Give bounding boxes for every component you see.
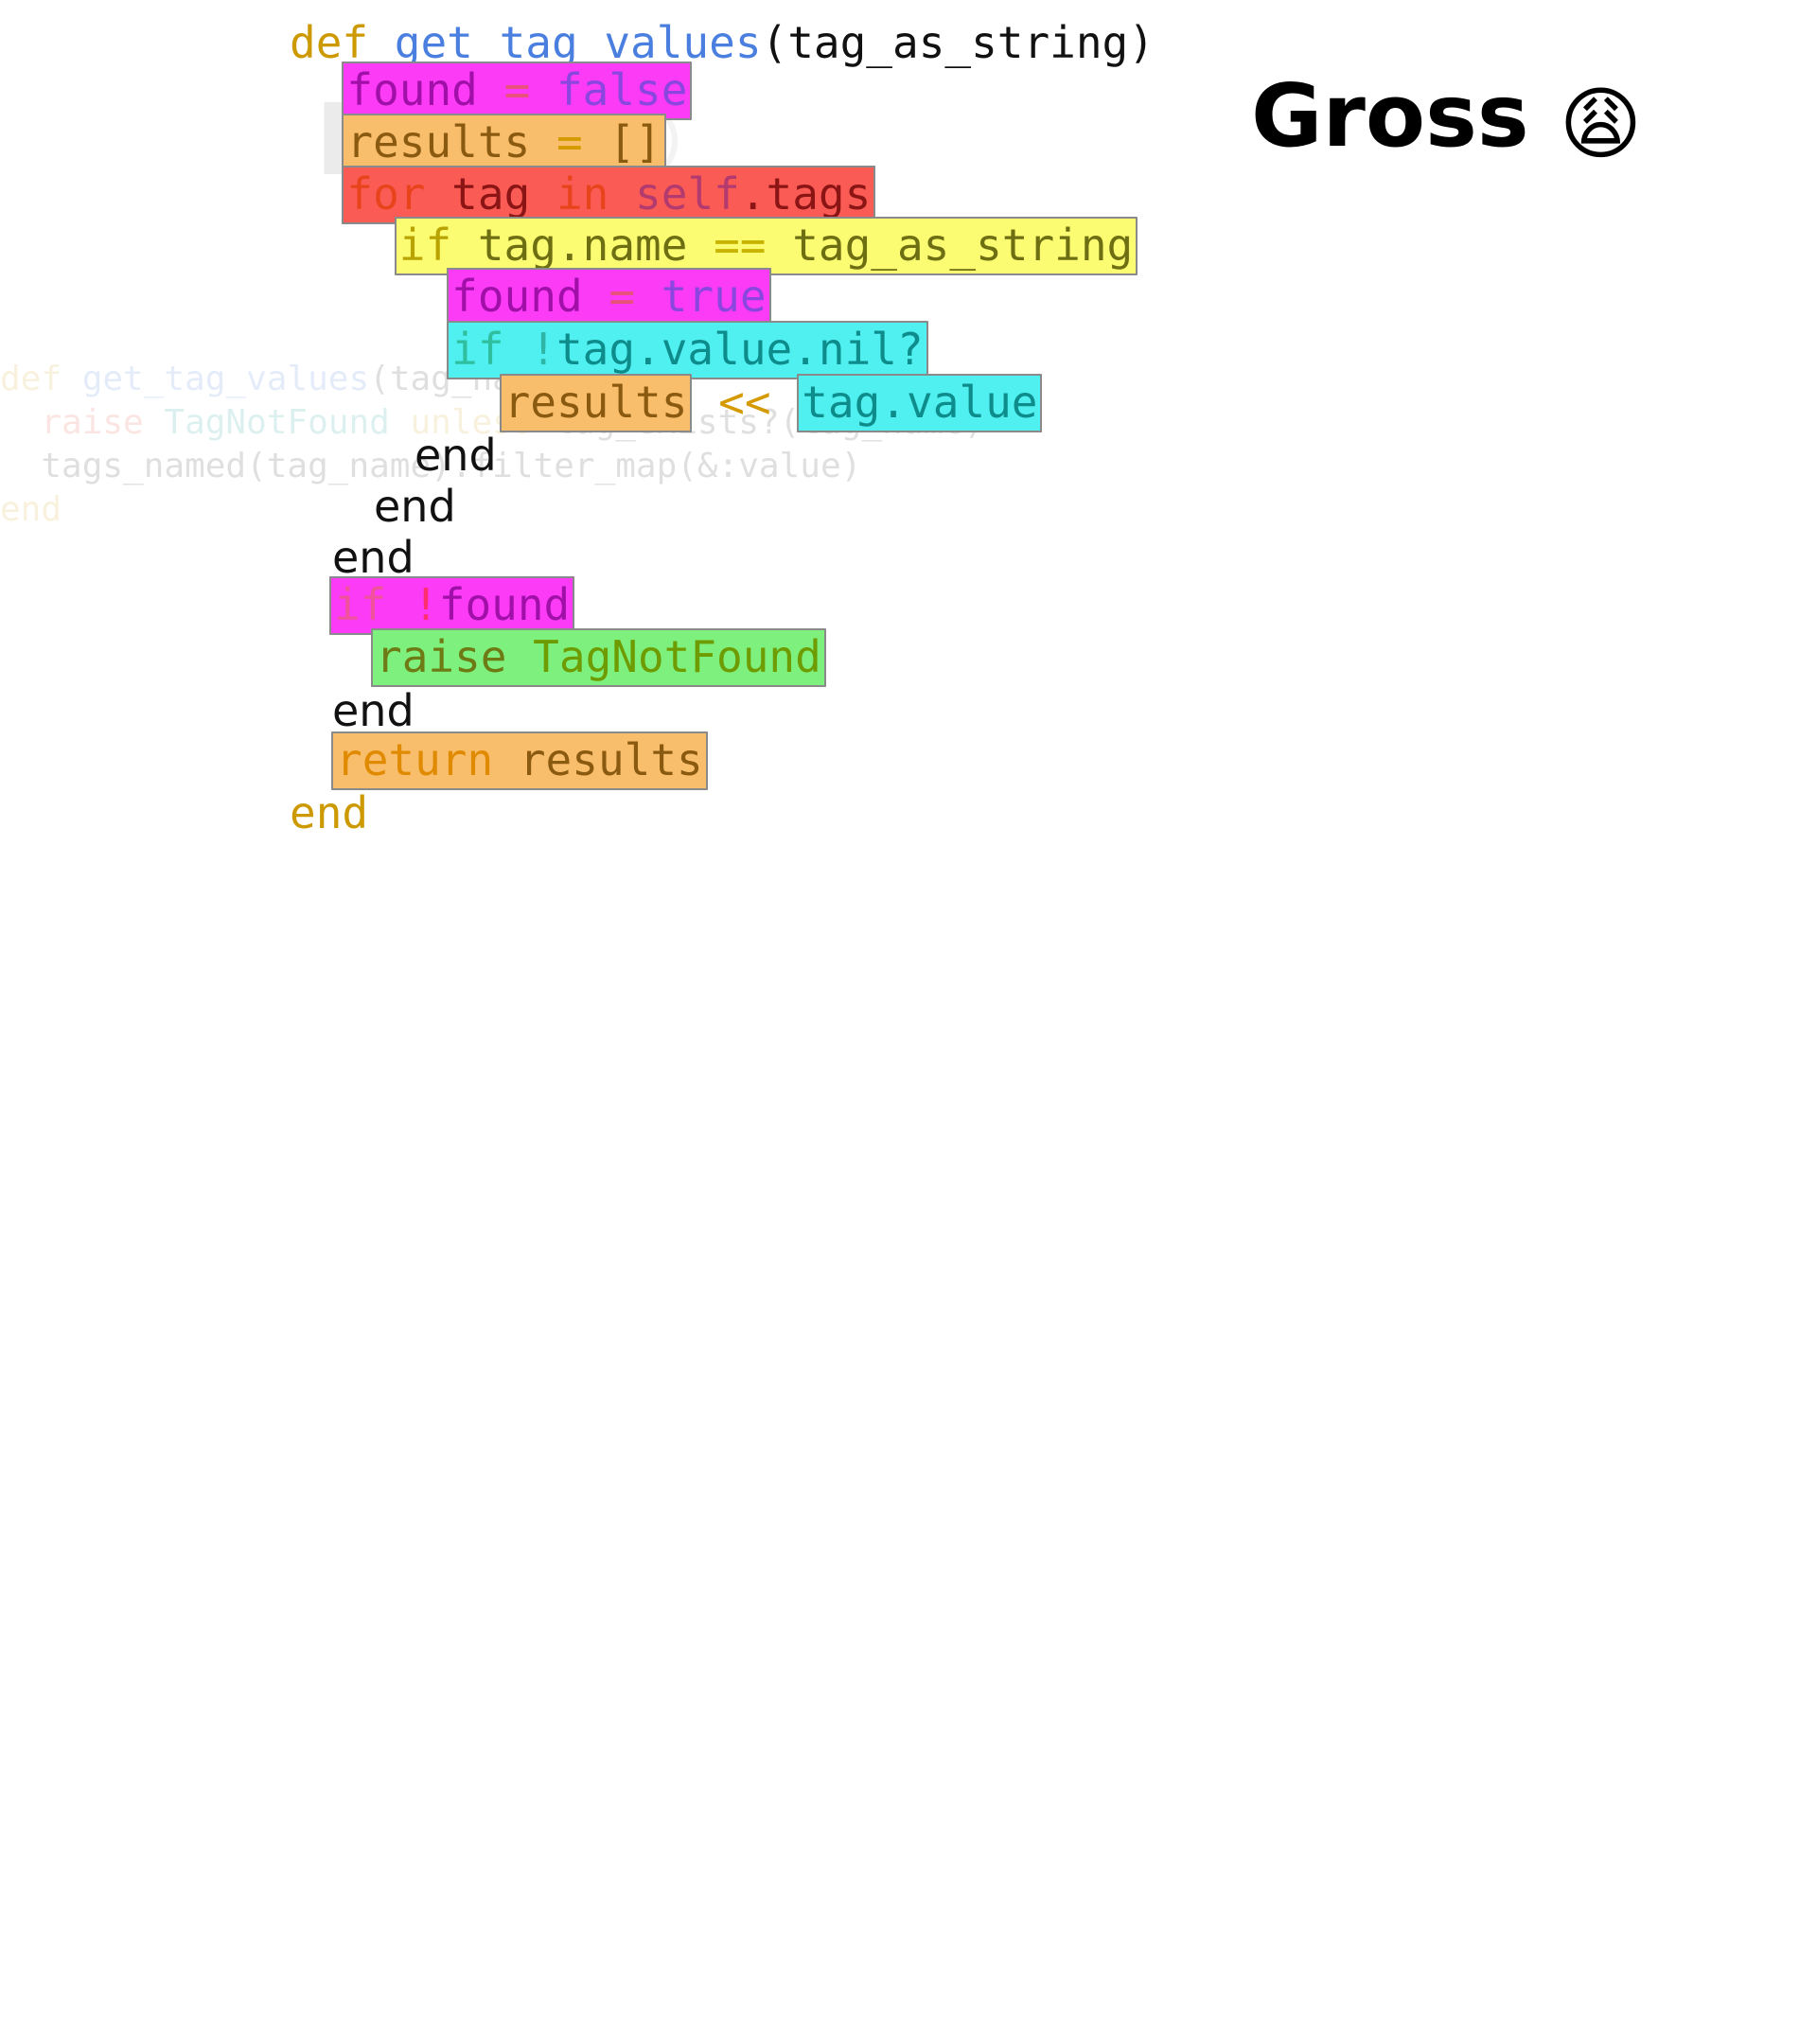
token-indent-4: [290, 168, 342, 220]
token-indent-2: [290, 64, 342, 115]
token-op-assign-2: =: [530, 116, 609, 167]
highlight-return-results: return results: [331, 731, 708, 790]
annotation-gross: Gross 😩: [1251, 68, 1642, 167]
slide-canvas: def get_tag_values(tag_name) raise TagNo…: [0, 0, 1817, 1022]
token-value-empty-array: []: [609, 116, 662, 167]
token-indent-6: [290, 271, 447, 322]
token-params: (tag_as_string): [761, 17, 1155, 68]
token-var-found-2: found: [451, 271, 583, 322]
token-expr-tag-value: tag.value: [802, 377, 1038, 428]
token-var-results-3: results: [493, 734, 703, 785]
highlight-tag-value: tag.value: [797, 374, 1043, 432]
highlight-results-receiver: results: [499, 374, 693, 432]
token-var-results-1: results: [346, 116, 531, 167]
token-value-false: false: [556, 64, 688, 115]
token-indent-8: [290, 377, 500, 428]
code-line-push-value: results << tag.value: [290, 371, 1043, 434]
token-expr-tag-as-string: tag_as_string: [766, 220, 1134, 271]
token-kw-in: in: [530, 168, 609, 220]
token-op-assign-1: =: [477, 64, 556, 115]
token-op-assign-3: =: [582, 271, 662, 322]
token-op-equality: ==: [687, 220, 767, 271]
token-var-tag-loop: tag: [425, 168, 531, 220]
token-const-tagnotfound: TagNotFound: [506, 631, 821, 682]
token-var-found-3: found: [438, 579, 571, 630]
token-value-true: true: [661, 271, 767, 322]
token-kw-raise: raise: [376, 631, 507, 682]
token-indent-5: [290, 220, 395, 271]
token-expr-tag-value-nil: tag.value.nil?: [556, 324, 924, 375]
token-kw-if-2: if: [451, 324, 504, 375]
highlight-raise-tagnotfound: raise TagNotFound: [371, 628, 826, 687]
token-kw-for: for: [346, 168, 426, 220]
token-indent-3: [290, 116, 342, 167]
token-kw-if-3: if: [334, 579, 387, 630]
code-line-return-results: return results: [331, 729, 708, 792]
token-expr-tag-name: tag.name: [451, 220, 688, 271]
token-indent-7: [290, 324, 447, 375]
token-op-bang-2: !: [386, 579, 439, 630]
token-member-tags: .tags: [739, 168, 872, 220]
token-var-found-1: found: [346, 64, 478, 115]
token-op-bang-1: !: [503, 324, 556, 375]
weary-face-emoji: 😩: [1559, 78, 1643, 170]
token-kw-self: self: [609, 168, 740, 220]
token-op-shovel: <<: [692, 377, 798, 428]
token-var-results-2: results: [503, 377, 688, 428]
token-kw-if-1: if: [398, 220, 452, 271]
annotation-text: Gross: [1251, 65, 1560, 167]
token-kw-return: return: [336, 734, 494, 785]
code-line-raise: raise TagNotFound: [371, 626, 826, 689]
code-line-end-final: end: [290, 787, 369, 838]
